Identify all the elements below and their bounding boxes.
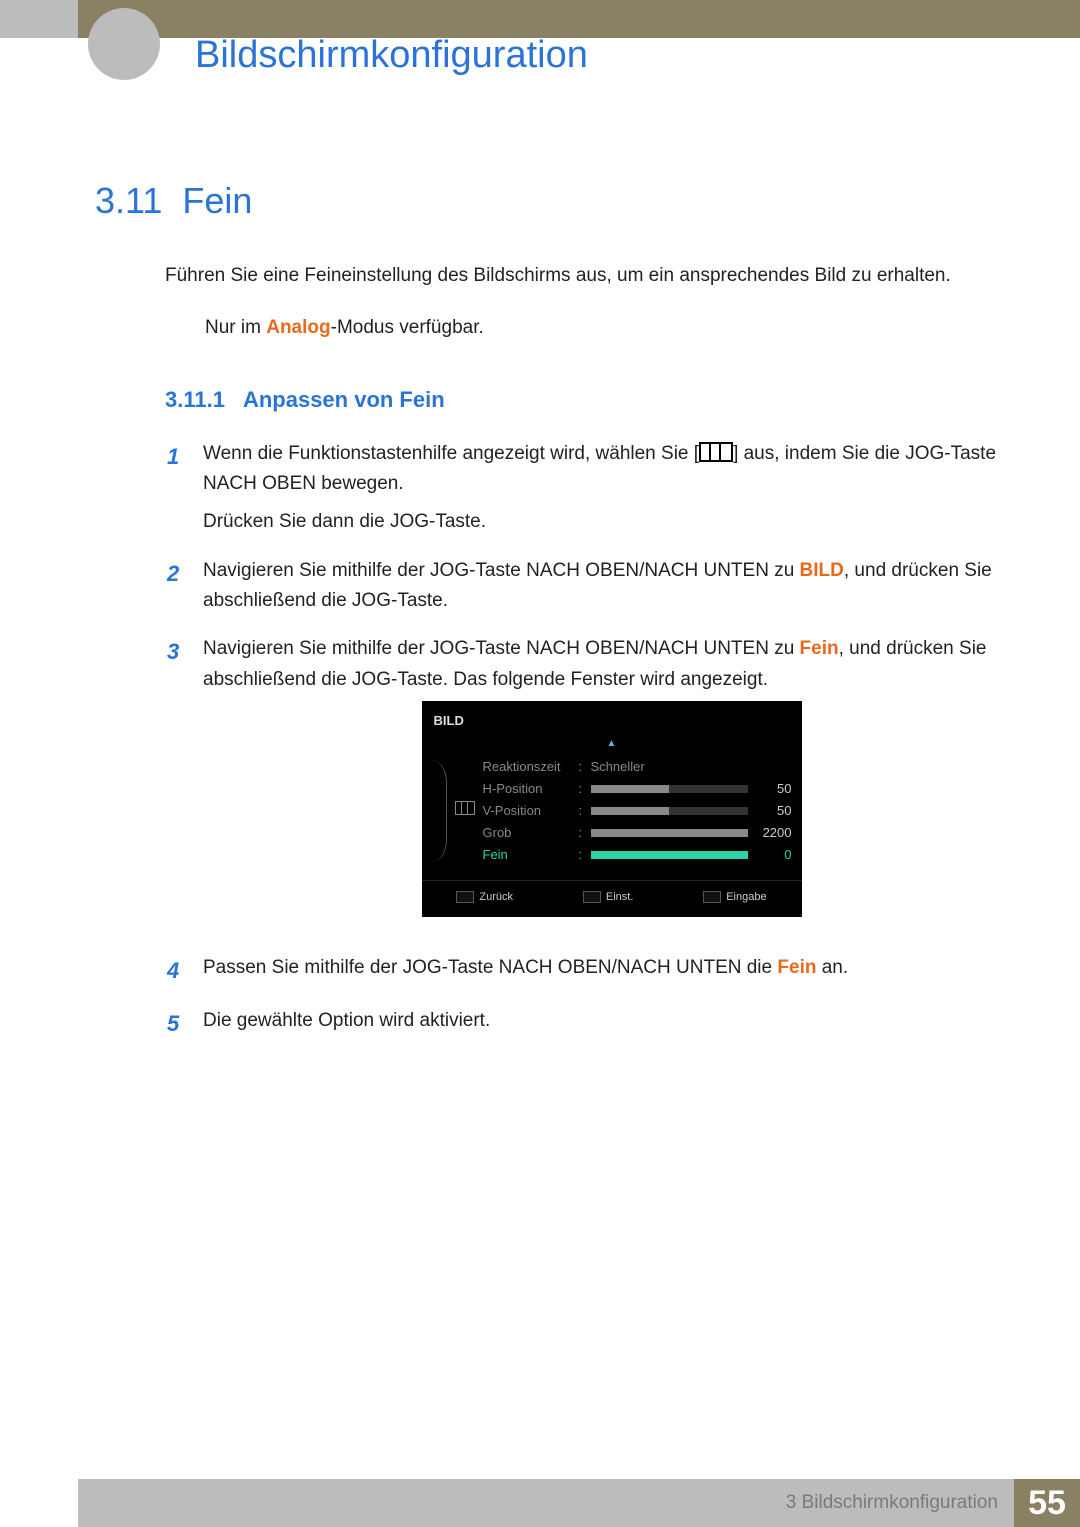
menu-icon: [699, 442, 733, 462]
osd-row-value: 50: [754, 779, 792, 800]
step-body: Wenn die Funktionstastenhilfe angezeigt …: [203, 439, 1020, 538]
osd-row-label: Fein: [483, 845, 573, 866]
osd-footer-back: Zurück: [456, 889, 513, 907]
osd-row-value: 0: [754, 845, 792, 866]
step: 5 Die gewählte Option wird aktiviert.: [167, 1006, 1020, 1041]
step: 3Navigieren Sie mithilfe der JOG-Taste N…: [167, 634, 1020, 934]
step: 2 Navigieren Sie mithilfe der JOG-Taste N…: [167, 556, 1020, 617]
subsection-title: Anpassen von Fein: [243, 387, 445, 413]
osd-footer-adjust: Einst.: [583, 889, 634, 907]
step-body: Navigieren Sie mithilfe der JOG-Taste NA…: [203, 556, 1020, 617]
osd-row: Grob:2200: [483, 822, 792, 844]
slider-track: [591, 851, 748, 859]
slider-track: [591, 807, 748, 815]
chapter-badge: [88, 8, 160, 80]
section-title: Fein: [182, 180, 252, 222]
emphasis: Fein: [777, 957, 816, 978]
osd-title: BILD: [422, 709, 802, 734]
step-body: Die gewählte Option wird aktiviert.: [203, 1006, 1020, 1041]
section-intro: Führen Sie eine Feineinstellung des Bild…: [165, 262, 1020, 291]
footer-page-number: 55: [1014, 1479, 1080, 1527]
emphasis: BILD: [800, 560, 844, 581]
osd-footer: Zurück Einst. Eingabe: [422, 880, 802, 907]
up-arrow-icon: ▲: [422, 736, 802, 752]
steps-list: 1Wenn die Funktionstastenhilfe angezeigt…: [167, 439, 1020, 1042]
step-number: 3: [167, 634, 185, 934]
emphasis: Fein: [800, 638, 839, 659]
section-number: 3.11: [95, 180, 162, 222]
osd-screenshot: BILD ▲ Reaktionszeit:SchnellerH-Position:5…: [422, 701, 802, 916]
step-number: 2: [167, 556, 185, 617]
osd-row-value: 50: [754, 801, 792, 822]
subsection-heading: 3.11.1 Anpassen von Fein: [165, 387, 1020, 413]
slider-track: [591, 785, 748, 793]
osd-slider: 50: [591, 779, 792, 800]
osd-footer-enter: Eingabe: [703, 889, 766, 907]
note-prefix: Nur im: [205, 317, 266, 338]
content: 3.11 Fein Führen Sie eine Feineinstellun…: [95, 180, 1020, 1059]
osd-slider: 0: [591, 845, 792, 866]
menu-icon: [455, 801, 475, 815]
osd-slider: 50: [591, 801, 792, 822]
slider-track: [591, 829, 748, 837]
osd-row-value: 2200: [754, 823, 792, 844]
step-number: 5: [167, 1006, 185, 1041]
osd-row-label: Reaktionszeit: [483, 757, 573, 778]
osd-slider: 2200: [591, 823, 792, 844]
step-number: 1: [167, 439, 185, 538]
osd-row-value: Schneller: [591, 757, 645, 778]
osd-row-label: Grob: [483, 823, 573, 844]
footer-chapter-ref: 3 Bildschirmkonfiguration: [786, 1492, 998, 1514]
step: 1Wenn die Funktionstastenhilfe angezeigt…: [167, 439, 1020, 538]
step: 4 Passen Sie mithilfe der JOG-Taste NACH …: [167, 953, 1020, 988]
osd-curve-decoration: [432, 760, 447, 862]
osd-row: H-Position:50: [483, 778, 792, 800]
section-heading: 3.11 Fein: [95, 180, 1020, 222]
osd-row: V-Position:50: [483, 800, 792, 822]
note-suffix: -Modus verfügbar.: [331, 317, 484, 338]
osd-list: Reaktionszeit:SchnellerH-Position:50V-Po…: [483, 756, 792, 866]
step-extra: Drücken Sie dann die JOG-Taste.: [203, 507, 1020, 537]
page-footer: 3 Bildschirmkonfiguration 55: [0, 1479, 1080, 1527]
osd-category-icon: [455, 801, 475, 822]
chapter-title: Bildschirmkonfiguration: [195, 34, 588, 77]
osd-row-label: V-Position: [483, 801, 573, 822]
step-body: Navigieren Sie mithilfe der JOG-Taste NA…: [203, 634, 1020, 934]
osd-row-label: H-Position: [483, 779, 573, 800]
osd-row: Reaktionszeit:Schneller: [483, 756, 792, 778]
step-body: Passen Sie mithilfe der JOG-Taste NACH O…: [203, 953, 1020, 988]
step-number: 4: [167, 953, 185, 988]
osd-row: Fein:0: [483, 844, 792, 866]
subsection-number: 3.11.1: [165, 387, 225, 413]
note: Nur im Analog-Modus verfügbar.: [205, 317, 1020, 339]
header-bar: [0, 0, 1080, 38]
note-mode: Analog: [266, 317, 330, 338]
